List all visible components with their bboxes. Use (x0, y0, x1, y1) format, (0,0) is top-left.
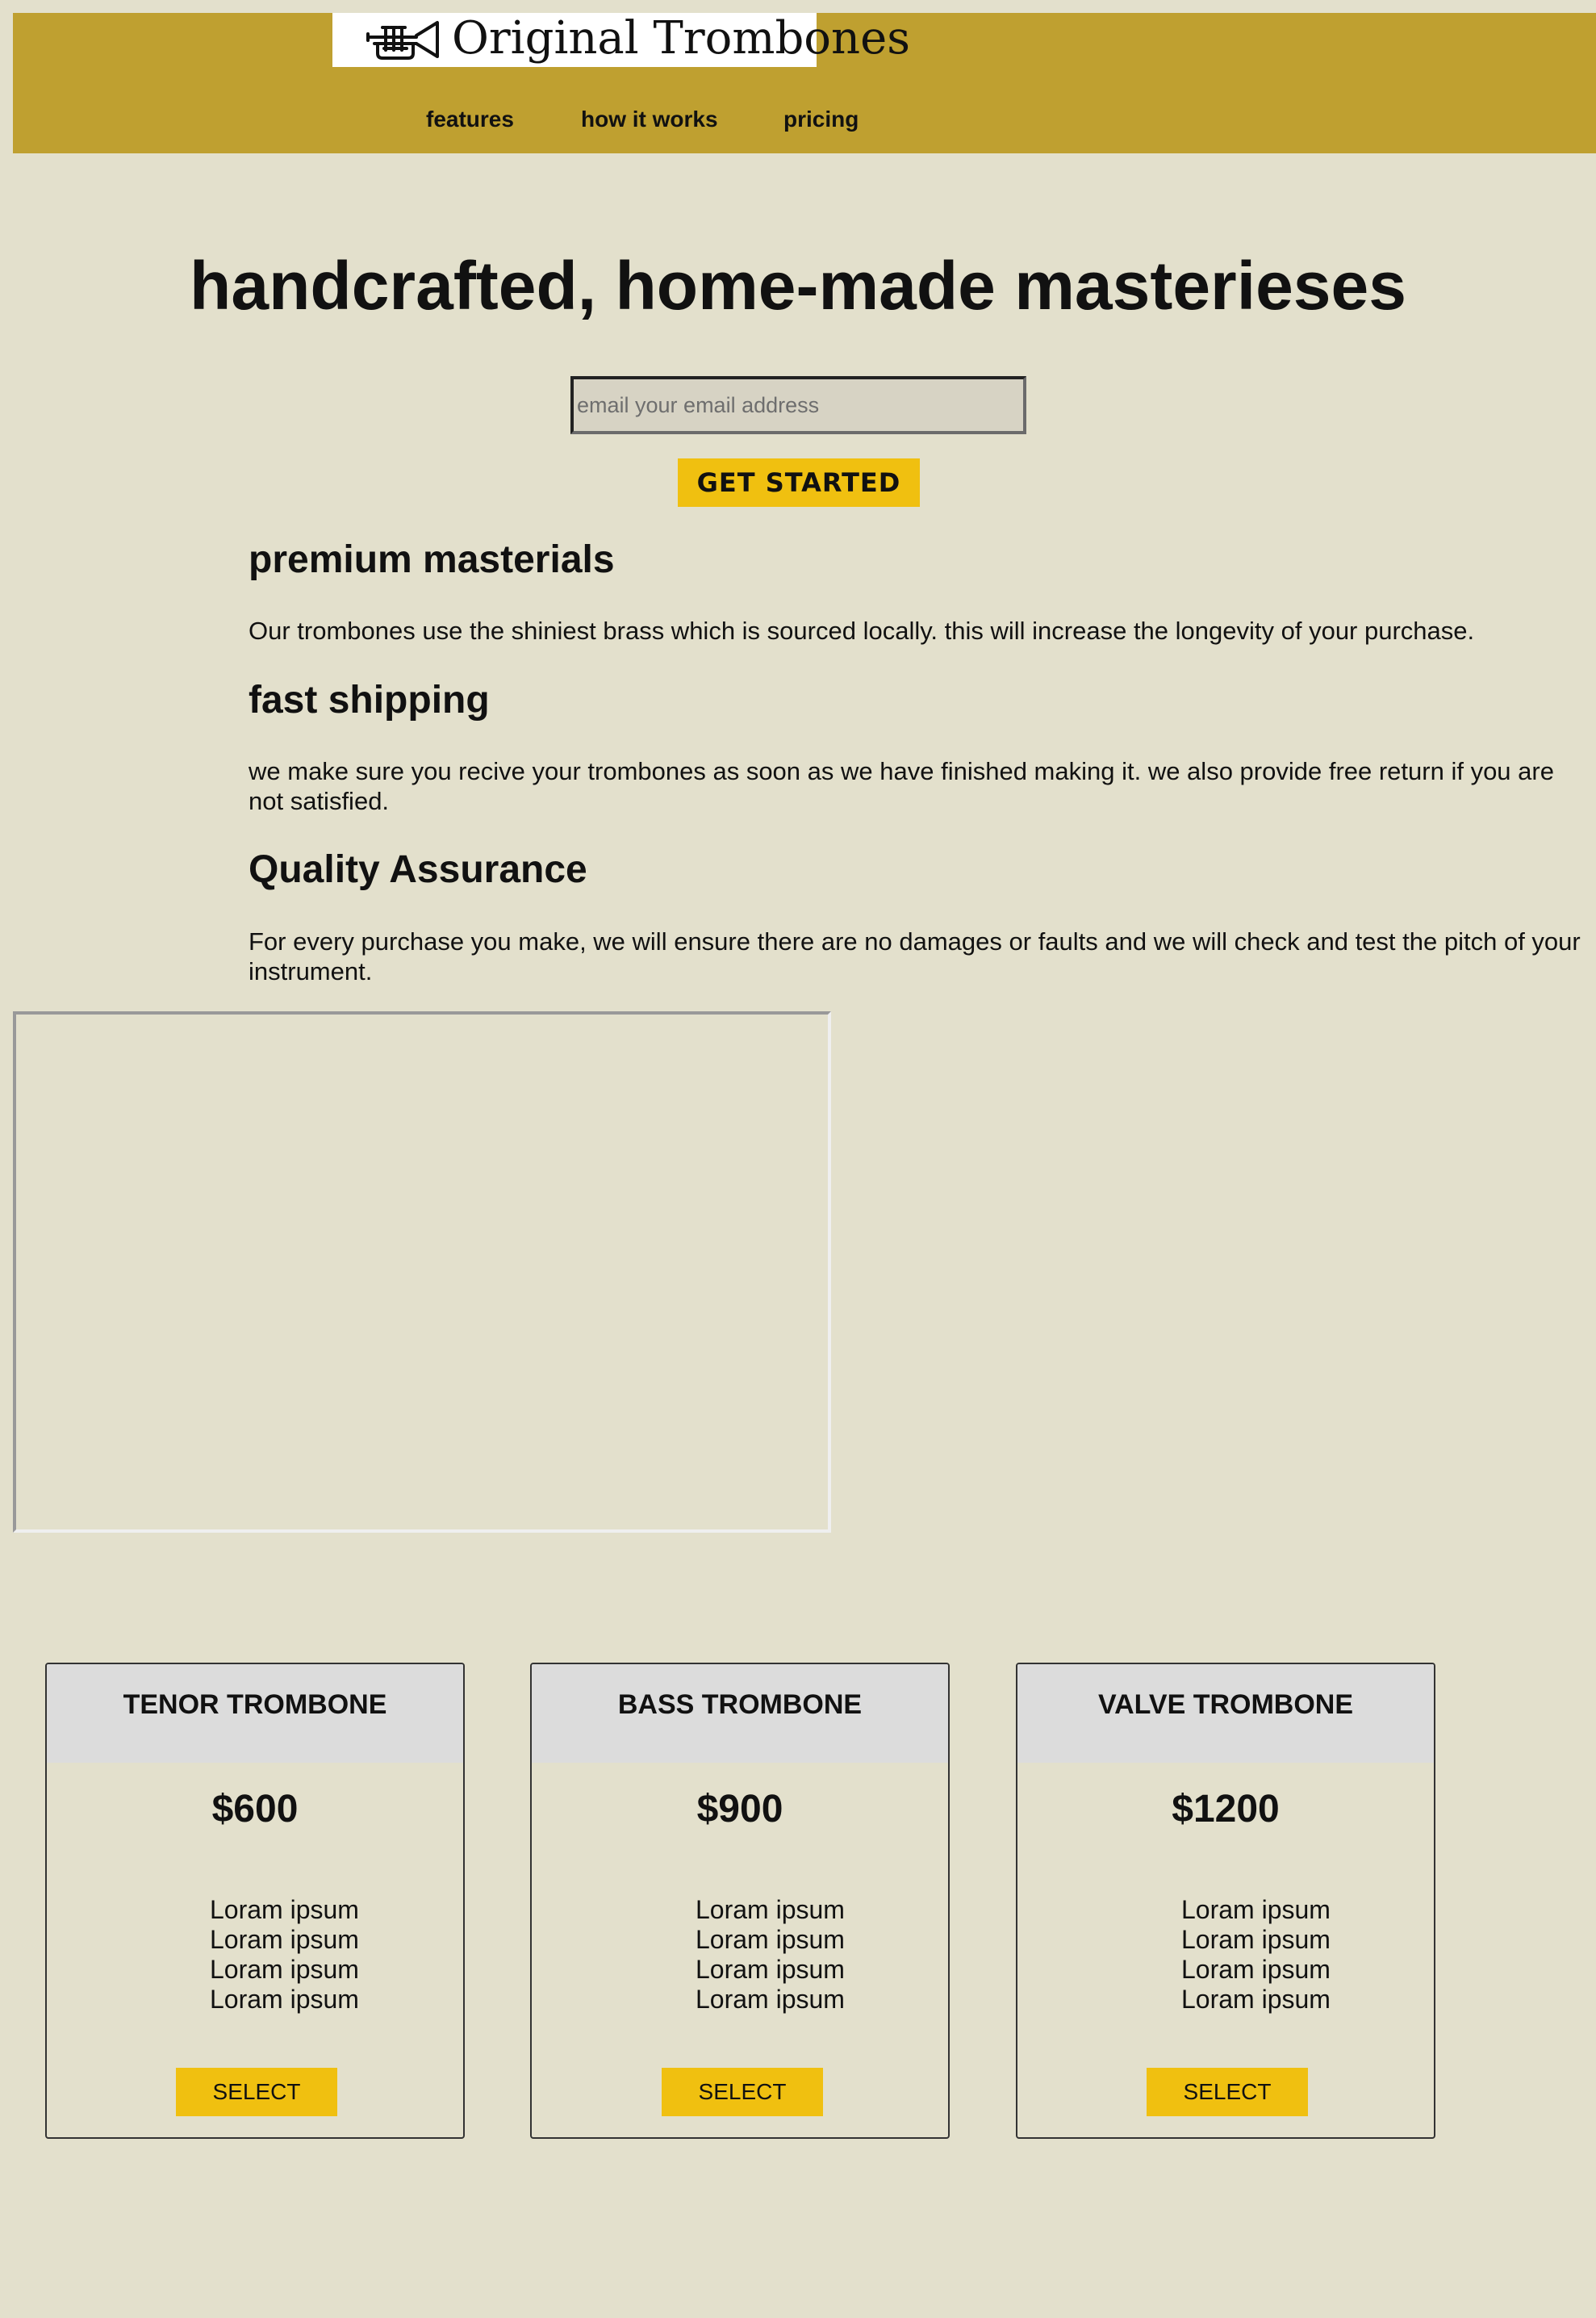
list-item: Loram ipsum (1181, 1985, 1331, 2014)
feature-heading-fast-shipping: fast shipping (249, 679, 490, 722)
card-price: $1200 (1172, 1788, 1280, 1831)
list-item: Loram ipsum (696, 1955, 845, 1984)
select-button-tenor[interactable]: SELECT (176, 2068, 337, 2116)
feature-heading-quality-assurance: Quality Assurance (249, 848, 587, 891)
list-item: Loram ipsum (210, 1955, 359, 1984)
card-header: BASS TROMBONE (532, 1664, 948, 1763)
list-item: Loram ipsum (696, 1925, 845, 1954)
card-header: TENOR TROMBONE (47, 1664, 463, 1763)
list-item: Loram ipsum (210, 1985, 359, 2014)
pricing-card-tenor: TENOR TROMBONE $600 Loram ipsum Loram ip… (45, 1663, 465, 2139)
card-feature-list: Loram ipsum Loram ipsum Loram ipsum Lora… (532, 1895, 948, 2015)
list-item: Loram ipsum (210, 1895, 359, 1924)
card-price: $600 (211, 1788, 299, 1831)
pricing-card-valve: VALVE TROMBONE $1200 Loram ipsum Loram i… (1016, 1663, 1435, 2139)
nav-link-features[interactable]: features (426, 101, 514, 138)
feature-text-premium-materials: Our trombones use the shiniest brass whi… (249, 617, 1475, 645)
card-feature-list: Loram ipsum Loram ipsum Loram ipsum Lora… (1017, 1895, 1434, 2015)
trumpet-icon (366, 21, 439, 60)
nav-link-pricing[interactable]: pricing (783, 101, 859, 138)
card-price: $900 (696, 1788, 783, 1831)
feature-text-fast-shipping: we make sure you recive your trombones a… (249, 757, 1554, 815)
list-item: Loram ipsum (1181, 1895, 1331, 1924)
list-item: Loram ipsum (1181, 1925, 1331, 1954)
get-started-button[interactable]: GET STARTED (678, 458, 920, 507)
list-item: Loram ipsum (696, 1985, 845, 2014)
select-button-bass[interactable]: SELECT (662, 2068, 823, 2116)
card-title: VALVE TROMBONE (1097, 1689, 1354, 1720)
site-header: Original Trombones features how it works… (13, 13, 1596, 153)
pricing-card-bass: BASS TROMBONE $900 Loram ipsum Loram ips… (530, 1663, 950, 2139)
list-item: Loram ipsum (696, 1895, 845, 1924)
select-button-valve[interactable]: SELECT (1147, 2068, 1308, 2116)
card-header: VALVE TROMBONE (1017, 1664, 1434, 1763)
email-input[interactable] (570, 376, 1026, 434)
list-item: Loram ipsum (210, 1925, 359, 1954)
card-title: BASS TROMBONE (617, 1689, 863, 1720)
main-nav: features how it works pricing (13, 101, 1596, 141)
logo-text: Original Trombones (452, 12, 910, 65)
nav-link-how-it-works[interactable]: how it works (581, 101, 718, 138)
card-title: TENOR TROMBONE (123, 1689, 387, 1720)
logo[interactable]: Original Trombones (332, 13, 910, 67)
feature-heading-premium-materials: premium masterials (249, 538, 615, 581)
feature-text-quality-assurance: For every purchase you make, we will ens… (249, 927, 1581, 985)
card-feature-list: Loram ipsum Loram ipsum Loram ipsum Lora… (47, 1895, 463, 2015)
list-item: Loram ipsum (1181, 1955, 1331, 1984)
hero-title: handcrafted, home-made masterieses (190, 248, 1406, 324)
video-embed[interactable] (13, 1011, 831, 1533)
